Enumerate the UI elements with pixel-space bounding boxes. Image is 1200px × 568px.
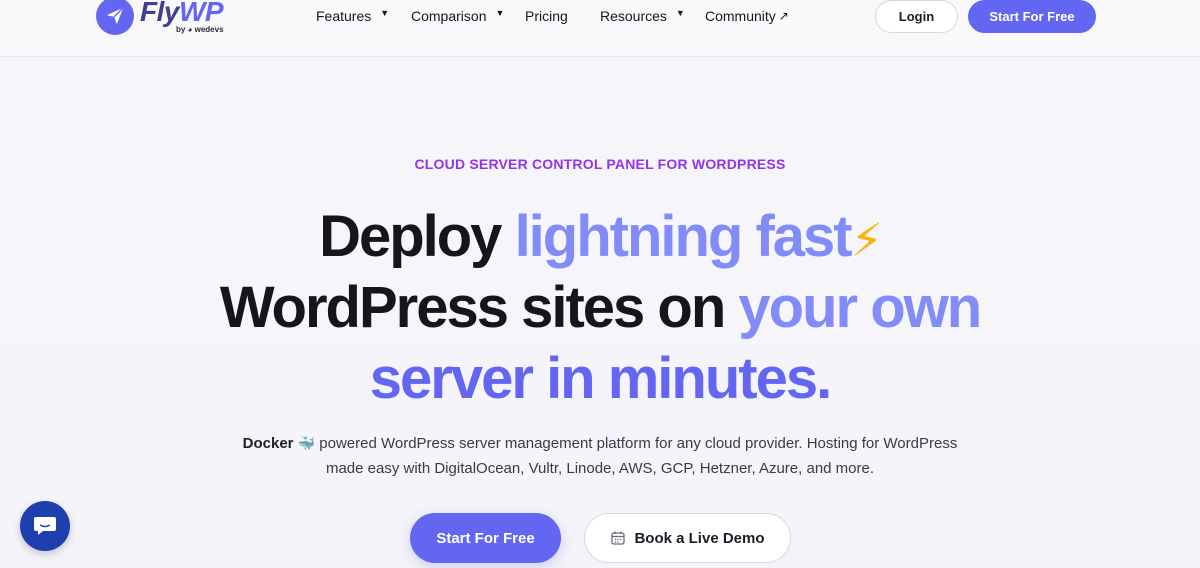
start-for-free-header-button[interactable]: Start For Free [968,0,1096,33]
login-button[interactable]: Login [875,0,958,33]
site-header: FlyWP by ◕ wedevs Features ▼ Comparison ▼ … [0,0,1200,57]
flywp-logo[interactable]: FlyWP by ◕ wedevs [96,0,224,36]
start-for-free-hero-button[interactable]: Start For Free [410,513,561,563]
external-arrow-icon: ↗ [778,9,789,23]
caret-down-icon: ▼ [380,8,390,18]
logo-byline: by ◕ wedevs [176,25,224,34]
docker-whale-icon: 🐳 [297,435,316,451]
calendar-icon [610,530,626,546]
hero-headline-line-2: WordPress sites on your own [219,275,982,340]
logo-wordmark: FlyWP [140,0,224,27]
chat-bubble-icon [34,517,56,535]
hero-headline-line-1: Deploy lightning fast⚡ [319,204,883,269]
hero-subtitle-line-1: Docker 🐳 powered WordPress server manage… [242,435,958,452]
hero-eyebrow: CLOUD SERVER CONTROL PANEL FOR WORDPRESS [414,156,786,172]
lightning-bolt-icon: ⚡ [850,214,883,266]
nav-features[interactable]: Features ▼ [316,8,389,24]
nav-community[interactable]: Community ↗ [705,8,789,24]
nav-pricing[interactable]: Pricing [525,8,568,24]
nav-comparison[interactable]: Comparison ▼ [411,8,504,24]
nav-resources[interactable]: Resources ▼ [600,8,685,24]
caret-down-icon: ▼ [495,8,505,18]
caret-down-icon: ▼ [675,8,685,18]
book-live-demo-button[interactable]: Book a Live Demo [584,513,791,563]
hero-headline-line-3: server in minutes. [369,346,832,411]
hero-subtitle-line-2: made easy with DigitalOcean, Vultr, Lino… [325,460,875,477]
chat-widget-button[interactable] [20,501,70,551]
paper-plane-icon [96,0,134,35]
